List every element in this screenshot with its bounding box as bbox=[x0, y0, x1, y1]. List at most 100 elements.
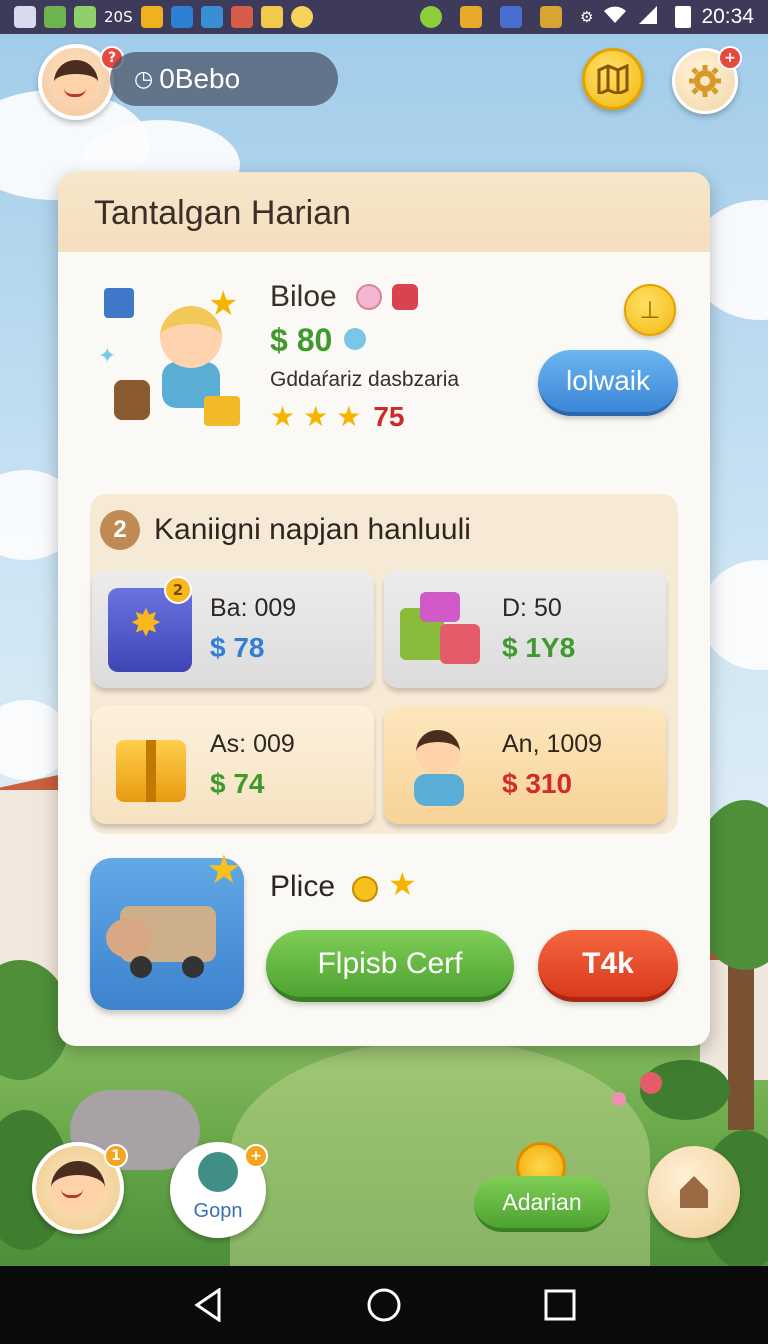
map-icon bbox=[597, 64, 629, 94]
app-icon bbox=[539, 6, 562, 28]
star-icon: ★ bbox=[336, 400, 362, 433]
status-bar: 20S ⚙ 20:34 bbox=[0, 0, 768, 34]
boy-head bbox=[416, 730, 460, 774]
gift-icon bbox=[204, 396, 240, 426]
section-number: 2 bbox=[100, 510, 140, 550]
coin-icon bbox=[459, 6, 482, 28]
offer-card[interactable]: D: 50 $ 1Y8 bbox=[384, 570, 666, 688]
recents-button[interactable] bbox=[536, 1281, 584, 1329]
card-badge: 2 bbox=[164, 576, 192, 604]
dirt-path bbox=[230, 1040, 650, 1270]
gem-icon bbox=[198, 1152, 238, 1192]
truck-illustration[interactable]: ★ bbox=[90, 850, 244, 1010]
collect-button[interactable]: ⊥ bbox=[624, 284, 676, 336]
app-icon bbox=[170, 6, 193, 28]
coin-icon bbox=[352, 876, 378, 902]
star-icon: ★ bbox=[388, 865, 417, 903]
card-price: $ 74 bbox=[210, 768, 265, 799]
section-title: Kaniigni napjan hanluuli bbox=[154, 513, 471, 546]
home-nav-button[interactable] bbox=[360, 1281, 408, 1329]
offer-card[interactable]: ✸ 2 Ba: 009 $ 78 bbox=[92, 570, 374, 688]
status-text: 20S bbox=[104, 8, 133, 26]
gopn-label: Gopn bbox=[193, 1200, 243, 1222]
star-icon: ★ bbox=[303, 400, 329, 433]
card-label: As: 009 bbox=[210, 730, 295, 758]
trophy-icon: ⊥ bbox=[639, 296, 661, 324]
plice-name: Plice bbox=[270, 870, 336, 903]
featured-description: Gddaŕariz dasbzaria bbox=[270, 368, 460, 391]
app-icon bbox=[499, 6, 522, 28]
hammer-icon bbox=[104, 288, 134, 318]
star-icon: ✸ bbox=[130, 601, 162, 645]
boy-character-icon bbox=[400, 724, 484, 808]
kid-head bbox=[160, 306, 222, 368]
candy-icon bbox=[356, 284, 382, 310]
adarian-button[interactable]: Adarian bbox=[474, 1176, 610, 1232]
star-icon: ★ bbox=[270, 400, 296, 433]
chat-icon bbox=[260, 6, 283, 28]
featured-name: Biloe bbox=[270, 280, 337, 313]
home-button[interactable] bbox=[648, 1146, 740, 1238]
key-icon bbox=[344, 328, 366, 350]
present-icon bbox=[420, 592, 460, 622]
avatar-face bbox=[54, 60, 98, 104]
settings-badge: + bbox=[718, 46, 742, 70]
featured-score: 75 bbox=[373, 400, 405, 432]
panel-header: Tantalgan Harian bbox=[58, 172, 710, 252]
clock-time: 20:34 bbox=[701, 5, 754, 28]
signal-icon bbox=[637, 6, 659, 28]
app-icon bbox=[200, 6, 223, 28]
gopn-badge: + bbox=[244, 1144, 268, 1168]
house-icon bbox=[680, 1176, 708, 1208]
android-icon bbox=[419, 6, 442, 28]
featured-action-button[interactable]: lolwaik bbox=[538, 350, 678, 416]
books-icon bbox=[44, 6, 66, 28]
recents-icon bbox=[544, 1289, 576, 1321]
back-button[interactable] bbox=[184, 1281, 232, 1329]
card-price: $ 1Y8 bbox=[502, 632, 576, 663]
sparkle-icon: ✦ bbox=[98, 344, 117, 369]
wheel bbox=[182, 956, 204, 978]
boy-body bbox=[414, 774, 464, 806]
featured-rating: ★ ★ ★ 75 bbox=[270, 400, 404, 433]
flower bbox=[612, 1092, 626, 1106]
star-icon: ★ bbox=[206, 847, 242, 893]
daily-challenge-panel: Tantalgan Harian ✦ ★ Biloe $ 80 Gddaŕari… bbox=[58, 172, 710, 1046]
system-nav-bar bbox=[0, 1266, 768, 1344]
card-label: D: 50 bbox=[502, 594, 562, 622]
wifi-icon bbox=[603, 6, 627, 28]
card-label: Ba: 009 bbox=[210, 594, 297, 622]
photo-icon bbox=[230, 6, 253, 28]
card-price: $ 78 bbox=[210, 632, 265, 663]
offer-card[interactable]: As: 009 $ 74 bbox=[92, 706, 374, 824]
card-price: $ 310 bbox=[502, 768, 573, 799]
builder-kid-illustration: ✦ ★ bbox=[98, 284, 248, 434]
home-circle-icon bbox=[367, 1288, 401, 1322]
back-icon bbox=[194, 1288, 221, 1322]
map-button[interactable] bbox=[582, 48, 644, 110]
offers-section: 2 Kaniigni napjan hanluuli ✸ 2 Ba: 009 $… bbox=[90, 494, 678, 834]
gift-bundle-icon bbox=[400, 588, 484, 672]
gear-icon: ⚙ bbox=[579, 8, 594, 26]
gift-bow-icon bbox=[392, 284, 418, 310]
notification-icon bbox=[14, 6, 36, 28]
gear-icon bbox=[689, 65, 721, 97]
featured-price: $ 80 bbox=[270, 322, 333, 358]
offer-card[interactable]: An, 1009 $ 310 bbox=[384, 706, 666, 824]
plice-secondary-button[interactable]: T4k bbox=[538, 930, 678, 1002]
battery-icon bbox=[675, 6, 692, 28]
plice-primary-button[interactable]: Flpisb Cerf bbox=[266, 930, 514, 1002]
player-name-pill[interactable]: ◷ 0Bebo bbox=[110, 52, 338, 106]
waveform-icon bbox=[74, 6, 96, 28]
flower bbox=[640, 1072, 662, 1094]
present-icon bbox=[440, 624, 480, 664]
pig-face bbox=[106, 918, 152, 958]
gold-gift-icon bbox=[108, 724, 192, 808]
ribbon bbox=[146, 740, 156, 802]
offers-header: 2 Kaniigni napjan hanluuli bbox=[100, 510, 471, 550]
wheel bbox=[130, 956, 152, 978]
clock-icon: ◷ bbox=[134, 66, 154, 91]
panel-title: Tantalgan Harian bbox=[94, 194, 352, 232]
avatar-face bbox=[51, 1161, 105, 1215]
card-label: An, 1009 bbox=[502, 730, 603, 758]
